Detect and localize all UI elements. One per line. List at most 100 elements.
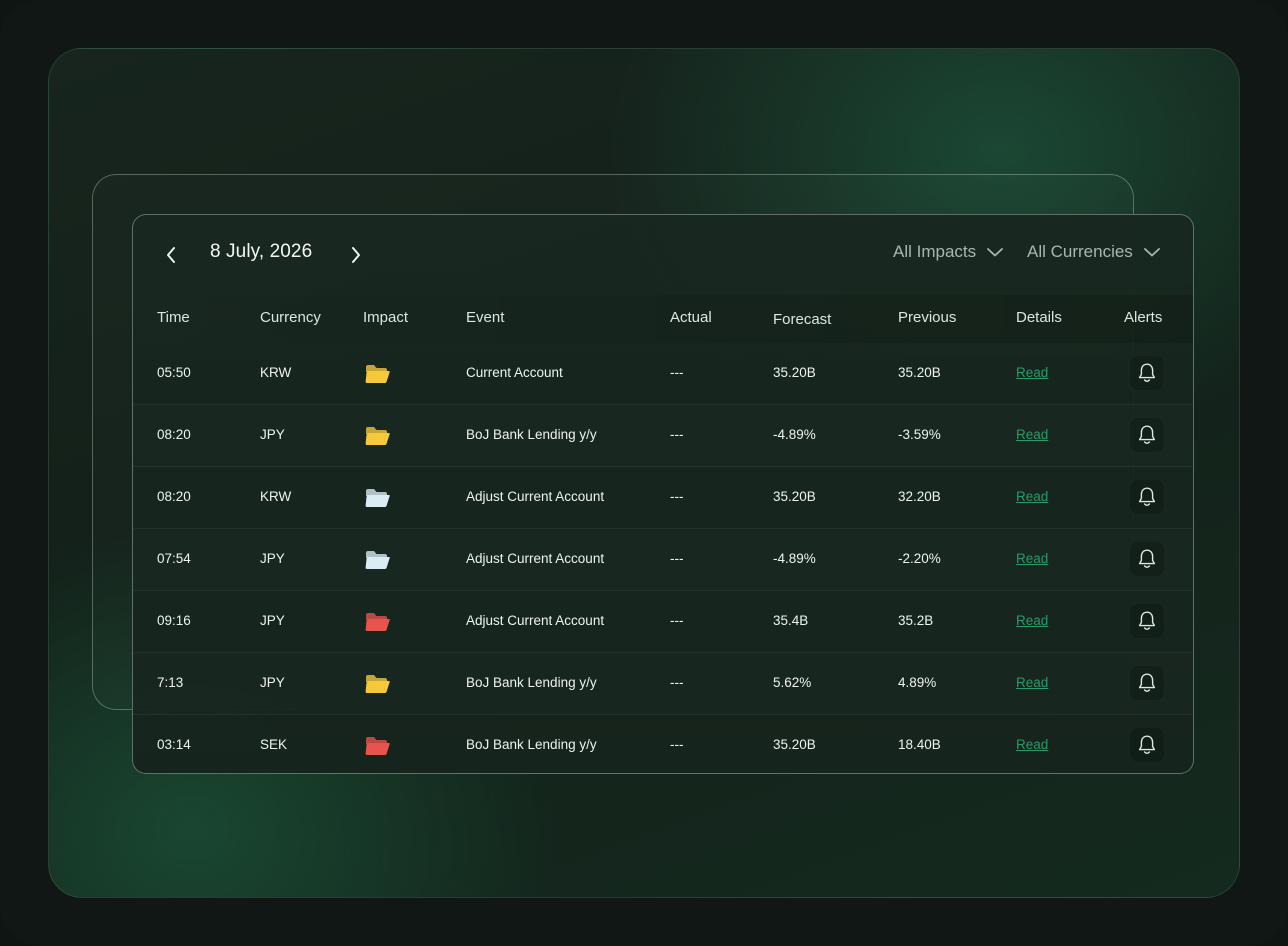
event-name: Adjust Current Account xyxy=(466,613,605,628)
set-alert-button[interactable] xyxy=(1129,541,1165,577)
table-row: 07:54 JPY Adjust Current Account --- -4.89% -… xyxy=(133,529,1193,591)
impact-folder-icon xyxy=(365,737,390,755)
bell-icon xyxy=(1138,363,1156,382)
event-name: BoJ Bank Lending y/y xyxy=(466,737,597,752)
event-previous: 35.2B xyxy=(898,613,934,628)
bell-icon xyxy=(1138,611,1156,630)
current-date: 8 July, 2026 xyxy=(210,241,313,262)
read-details-link[interactable]: Read xyxy=(1016,737,1048,752)
event-time: 09:16 xyxy=(157,613,191,628)
event-forecast: -4.89% xyxy=(773,551,816,566)
table-row: 08:20 KRW Adjust Current Account --- 35.20B 3… xyxy=(133,467,1193,529)
event-time: 05:50 xyxy=(157,365,191,380)
table-row: 7:13 JPY BoJ Bank Lending y/y --- 5.62% 4.89%… xyxy=(133,653,1193,715)
chevron-right-icon xyxy=(352,247,360,263)
currency-filter-dropdown[interactable]: All Currencies xyxy=(1027,242,1161,262)
event-actual: --- xyxy=(670,613,684,628)
event-actual: --- xyxy=(670,365,684,380)
column-header-time: Time xyxy=(157,309,190,326)
event-forecast: 35.20B xyxy=(773,365,816,380)
event-currency: JPY xyxy=(260,675,285,690)
read-details-link[interactable]: Read xyxy=(1016,551,1048,566)
read-details-link[interactable]: Read xyxy=(1016,489,1048,504)
impact-folder-icon xyxy=(365,675,390,693)
event-forecast: -4.89% xyxy=(773,427,816,442)
economic-calendar-card: 8 July, 2026 All Impacts All Currencies … xyxy=(132,214,1194,774)
event-forecast: 5.62% xyxy=(773,675,812,690)
column-header-currency: Currency xyxy=(260,309,321,326)
event-previous: -3.59% xyxy=(898,427,941,442)
event-actual: --- xyxy=(670,427,684,442)
table-row: 03:14 SEK BoJ Bank Lending y/y --- 35.20B 18.… xyxy=(133,715,1193,773)
impact-filter-dropdown[interactable]: All Impacts xyxy=(893,242,1004,262)
event-time: 08:20 xyxy=(157,489,191,504)
event-actual: --- xyxy=(670,675,684,690)
bell-icon xyxy=(1138,673,1156,692)
column-header-forecast: Forecast xyxy=(773,311,832,328)
event-currency: SEK xyxy=(260,737,288,752)
table-header: Time Currency Impact Event Actual Foreca… xyxy=(133,295,1193,343)
event-actual: --- xyxy=(670,737,684,752)
event-time: 07:54 xyxy=(157,551,191,566)
column-header-previous: Previous xyxy=(898,309,957,326)
set-alert-button[interactable] xyxy=(1129,417,1165,453)
event-previous: 35.20B xyxy=(898,365,941,380)
previous-day-button[interactable] xyxy=(159,243,183,267)
impact-folder-icon xyxy=(365,489,390,507)
event-forecast: 35.20B xyxy=(773,489,816,504)
calendar-toolbar: 8 July, 2026 All Impacts All Currencies xyxy=(133,215,1193,293)
event-forecast: 35.20B xyxy=(773,737,816,752)
column-header-alerts: Alerts xyxy=(1124,309,1163,326)
table-row: 05:50 KRW Current Account --- 35.20B 35.20B Re… xyxy=(133,343,1193,405)
set-alert-button[interactable] xyxy=(1129,603,1165,639)
event-currency: JPY xyxy=(260,551,285,566)
event-forecast: 35.4B xyxy=(773,613,809,628)
bell-icon xyxy=(1138,735,1156,754)
event-name: BoJ Bank Lending y/y xyxy=(466,427,597,442)
chevron-down-icon xyxy=(987,248,1004,257)
read-details-link[interactable]: Read xyxy=(1016,675,1048,690)
chevron-left-icon xyxy=(167,247,175,263)
event-time: 03:14 xyxy=(157,737,191,752)
impact-folder-icon xyxy=(365,365,390,383)
column-header-event: Event xyxy=(466,309,505,326)
set-alert-button[interactable] xyxy=(1129,479,1165,515)
chevron-down-icon xyxy=(1143,248,1160,257)
impact-folder-icon xyxy=(365,551,390,569)
event-currency: KRW xyxy=(260,365,292,380)
column-header-details: Details xyxy=(1016,309,1062,326)
event-actual: --- xyxy=(670,551,684,566)
next-day-button[interactable] xyxy=(344,243,368,267)
currency-filter-label: All Currencies xyxy=(1027,242,1133,261)
event-currency: KRW xyxy=(260,489,292,504)
impact-folder-icon xyxy=(365,613,390,631)
event-name: Adjust Current Account xyxy=(466,489,605,504)
set-alert-button[interactable] xyxy=(1129,727,1165,763)
set-alert-button[interactable] xyxy=(1129,665,1165,701)
read-details-link[interactable]: Read xyxy=(1016,613,1048,628)
column-header-actual: Actual xyxy=(670,309,712,326)
impact-folder-icon xyxy=(365,427,390,445)
event-name: BoJ Bank Lending y/y xyxy=(466,675,597,690)
bell-icon xyxy=(1138,487,1156,506)
event-time: 7:13 xyxy=(157,675,184,690)
impact-filter-label: All Impacts xyxy=(893,242,977,261)
bell-icon xyxy=(1138,425,1156,444)
event-actual: --- xyxy=(670,489,684,504)
event-previous: 32.20B xyxy=(898,489,941,504)
column-header-impact: Impact xyxy=(363,309,409,326)
read-details-link[interactable]: Read xyxy=(1016,365,1048,380)
event-name: Adjust Current Account xyxy=(466,551,605,566)
event-previous: -2.20% xyxy=(898,551,941,566)
event-currency: JPY xyxy=(260,613,285,628)
table-row: 09:16 JPY Adjust Current Account --- 35.4B 35… xyxy=(133,591,1193,653)
event-currency: JPY xyxy=(260,427,285,442)
bell-icon xyxy=(1138,549,1156,568)
event-time: 08:20 xyxy=(157,427,191,442)
read-details-link[interactable]: Read xyxy=(1016,427,1048,442)
set-alert-button[interactable] xyxy=(1129,355,1165,391)
event-name: Current Account xyxy=(466,365,563,380)
table-row: 08:20 JPY BoJ Bank Lending y/y --- -4.89% -3.… xyxy=(133,405,1193,467)
event-previous: 18.40B xyxy=(898,737,941,752)
event-previous: 4.89% xyxy=(898,675,937,690)
